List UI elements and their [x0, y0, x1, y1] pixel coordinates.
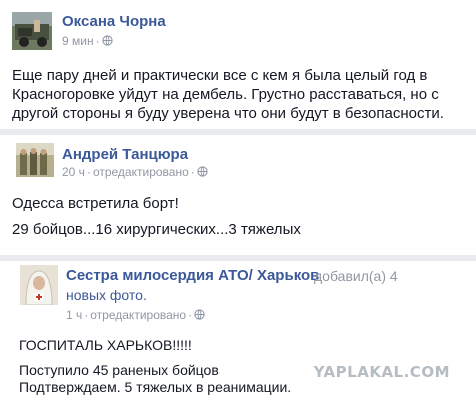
post-author[interactable]: Андрей Танцюра: [62, 146, 188, 163]
post-line: Одесса встретила борт!: [12, 195, 179, 212]
post-andrey: Андрей Танцюра 20 ч · отредактировано · Оде…: [0, 135, 476, 255]
post-line: Подтверждаем. 5 тяжелых в реанимации.: [19, 379, 292, 395]
post-line: 29 бойцов...16 хирургических...3 тяжелых: [12, 221, 301, 238]
post-oksana: Оксана Чорна 9 мин · Еще пару дней и прак…: [0, 0, 476, 129]
post-time[interactable]: 9 мин: [62, 34, 94, 48]
post-meta: 1 ч · отредактировано ·: [66, 308, 205, 322]
added-text: добавил(а) 4: [314, 268, 398, 284]
globe-icon: [101, 35, 113, 46]
post-time[interactable]: 20 ч: [62, 165, 85, 179]
post-author[interactable]: Сестра милосердия АТО/ Харьков: [66, 267, 319, 284]
avatar[interactable]: [12, 12, 52, 50]
post-meta: 20 ч · отредактировано ·: [62, 165, 208, 179]
globe-icon: [194, 309, 205, 320]
post-time[interactable]: 1 ч: [66, 308, 82, 322]
edited-label[interactable]: отредактировано: [90, 308, 186, 322]
post-author[interactable]: Оксана Чорна: [62, 13, 166, 30]
globe-icon: [197, 166, 208, 177]
post-line: ГОСПИТАЛЬ ХАРЬКОВ!!!!!: [19, 337, 192, 353]
post-sestra: Сестра милосердия АТО/ Харьков добавил(а…: [0, 261, 476, 403]
avatar[interactable]: [16, 143, 54, 177]
edited-label[interactable]: отредактировано: [93, 165, 189, 179]
watermark: YAPLAKAL.COM: [313, 363, 450, 381]
post-meta: 9 мин ·: [62, 34, 113, 48]
added-photos-link[interactable]: новых фото.: [66, 287, 147, 303]
post-text: Еще пару дней и практически все с кем я …: [12, 67, 444, 122]
avatar[interactable]: [20, 265, 58, 305]
